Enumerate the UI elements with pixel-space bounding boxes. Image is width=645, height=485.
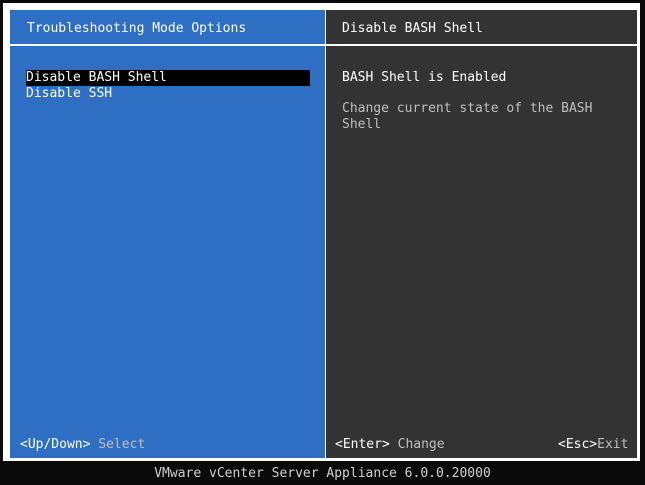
console-frame: Troubleshooting Mode Options Disable BAS…: [3, 3, 640, 461]
menu-item-disable-ssh[interactable]: Disable SSH: [26, 86, 310, 102]
esc-key-label: <Esc>: [558, 437, 598, 452]
enter-key-label: <Enter>: [335, 437, 390, 452]
action-description: Change current state of the BASH Shell: [342, 101, 593, 132]
bash-status-text: BASH Shell is Enabled: [342, 70, 507, 85]
up-down-key-label: <Up/Down>: [20, 437, 91, 452]
enter-hint-text: Change: [397, 437, 445, 452]
esc-hint: <Esc>Exit: [558, 437, 628, 453]
menu-item-disable-bash[interactable]: Disable BASH Shell: [26, 70, 310, 86]
options-panel-header: Troubleshooting Mode Options: [10, 10, 325, 46]
options-panel: Troubleshooting Mode Options Disable BAS…: [10, 10, 325, 458]
options-panel-title: Troubleshooting Mode Options: [27, 21, 247, 36]
details-panel-title: Disable BASH Shell: [342, 21, 483, 36]
appliance-version-text: VMware vCenter Server Appliance 6.0.0.20…: [154, 466, 491, 481]
appliance-footer: VMware vCenter Server Appliance 6.0.0.20…: [0, 463, 645, 483]
select-hint-text: Select: [98, 437, 146, 452]
enter-hint: <Enter> Change: [335, 437, 445, 453]
esc-hint-text: Exit: [597, 437, 629, 452]
options-menu: Disable BASH Shell Disable SSH: [26, 70, 310, 102]
select-hint: <Up/Down> Select: [20, 437, 145, 453]
details-panel: Disable BASH Shell BASH Shell is Enabled…: [326, 10, 637, 458]
details-panel-header: Disable BASH Shell: [326, 10, 637, 46]
